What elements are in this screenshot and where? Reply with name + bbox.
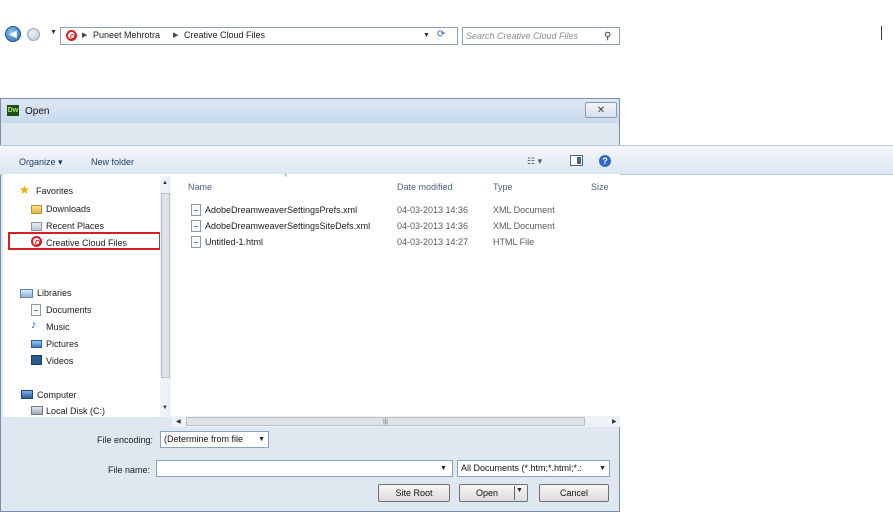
nav-pane-scroll-thumb[interactable] [161, 193, 170, 378]
file-encoding-value: (Determine from file [164, 434, 244, 444]
column-header-date-modified[interactable]: Date modified [397, 182, 453, 192]
search-icon[interactable]: ⚲ [604, 31, 611, 42]
file-row-date: 04-03-2013 14:36 [397, 221, 469, 231]
file-row-name[interactable]: AdobeDreamweaverSettingsSiteDefs.xml [205, 221, 370, 231]
highlight-box [8, 232, 161, 250]
downloads-folder-icon [31, 205, 42, 214]
recent-pages-chevron-icon[interactable]: ▼ [50, 29, 57, 36]
scroll-right-arrow-icon[interactable]: ▶ [612, 418, 617, 425]
nav-item-music[interactable]: Music [46, 322, 70, 332]
file-encoding-select[interactable]: (Determine from file ▼ [160, 431, 269, 448]
file-name-dropdown-chevron-icon[interactable]: ▼ [440, 465, 447, 472]
nav-item-local-disk[interactable]: Local Disk (C:) [46, 406, 105, 416]
breadcrumb-separator-icon[interactable]: ▶ [173, 31, 178, 39]
nav-item-downloads[interactable]: Downloads [46, 204, 91, 214]
breadcrumb-creative-cloud-files[interactable]: Creative Cloud Files [184, 30, 265, 40]
nav-item-recent-places[interactable]: Recent Places [46, 221, 104, 231]
file-row-date: 04-03-2013 14:36 [397, 205, 469, 215]
videos-icon [31, 355, 42, 365]
file-type-select[interactable]: All Documents (*.htm;*.html;*.: ▼ [457, 460, 610, 477]
help-icon[interactable]: ? [599, 155, 611, 167]
music-note-icon: ♪ [31, 319, 37, 331]
file-name-label: File name: [108, 465, 151, 475]
scroll-left-arrow-icon[interactable]: ◀ [176, 418, 181, 425]
local-disk-icon [31, 406, 43, 415]
file-type-value: All Documents (*.htm;*.html;*.: [461, 463, 583, 473]
file-row-type: XML Document [493, 205, 555, 215]
computer-icon [21, 390, 33, 399]
scroll-down-arrow-icon[interactable]: ▼ [162, 405, 168, 411]
file-row-date: 04-03-2013 14:27 [397, 237, 469, 247]
file-encoding-label: File encoding: [97, 435, 154, 445]
sort-arrow-icon: ^ [284, 174, 288, 181]
nav-item-videos[interactable]: Videos [46, 356, 73, 366]
breadcrumb-puneet-mehrotra[interactable]: Puneet Mehrotra [93, 30, 160, 40]
chevron-down-icon: ▼ [258, 436, 265, 443]
preview-pane-icon[interactable] [570, 155, 583, 166]
address-dropdown-chevron-icon[interactable]: ▼ [423, 32, 430, 39]
column-header-size[interactable]: Size [591, 182, 609, 192]
pictures-icon [31, 340, 42, 348]
file-list-horizontal-scrollbar[interactable]: ||| [172, 416, 620, 427]
dialog-title: Open [25, 106, 50, 117]
cancel-button[interactable]: Cancel [539, 484, 609, 502]
refresh-icon[interactable]: ⟳ [437, 29, 445, 40]
column-header-type[interactable]: Type [493, 182, 513, 192]
file-name-input[interactable] [156, 460, 453, 477]
html-file-icon [191, 236, 201, 248]
computer-header[interactable]: Computer [37, 390, 77, 400]
documents-icon [31, 304, 41, 316]
file-row-type: XML Document [493, 221, 555, 231]
nav-pane-scrollbar[interactable] [160, 176, 171, 417]
open-split-separator [514, 486, 515, 500]
search-placeholder: Search Creative Cloud Files [466, 31, 579, 41]
file-row-name[interactable]: AdobeDreamweaverSettingsPrefs.xml [205, 205, 357, 215]
organize-button[interactable]: Organize ▾ [19, 157, 63, 168]
xml-file-icon [191, 204, 201, 216]
libraries-icon [20, 289, 33, 298]
breadcrumb-separator-icon[interactable]: ▶ [82, 31, 87, 39]
open-options-chevron-icon[interactable]: ▼ [516, 487, 523, 494]
back-arrow-icon[interactable]: ◀ [5, 26, 21, 42]
edge-mark [881, 26, 882, 40]
nav-item-documents[interactable]: Documents [46, 305, 92, 315]
forward-arrow-icon[interactable] [27, 28, 40, 41]
recent-places-icon [31, 222, 42, 231]
file-row-name[interactable]: Untitled-1.html [205, 237, 263, 247]
star-icon: ★ [19, 183, 30, 197]
close-button[interactable]: ✕ [585, 102, 617, 118]
change-view-icon[interactable]: ☷ ▾ [527, 156, 542, 167]
dreamweaver-app-icon: Dw [7, 105, 19, 116]
creative-cloud-icon [66, 30, 77, 41]
libraries-header[interactable]: Libraries [37, 288, 72, 298]
chevron-down-icon: ▼ [599, 465, 606, 472]
scroll-up-arrow-icon[interactable]: ▲ [162, 180, 168, 186]
horizontal-scroll-thumb[interactable]: ||| [186, 417, 585, 426]
xml-file-icon [191, 220, 201, 232]
nav-item-pictures[interactable]: Pictures [46, 339, 79, 349]
site-root-button[interactable]: Site Root [378, 484, 450, 502]
favorites-header[interactable]: Favorites [36, 186, 73, 196]
new-folder-button[interactable]: New folder [91, 157, 134, 167]
title-bar: Dw Open ✕ [1, 99, 619, 123]
file-row-type: HTML File [493, 237, 535, 247]
column-header-name[interactable]: Name [188, 182, 212, 192]
